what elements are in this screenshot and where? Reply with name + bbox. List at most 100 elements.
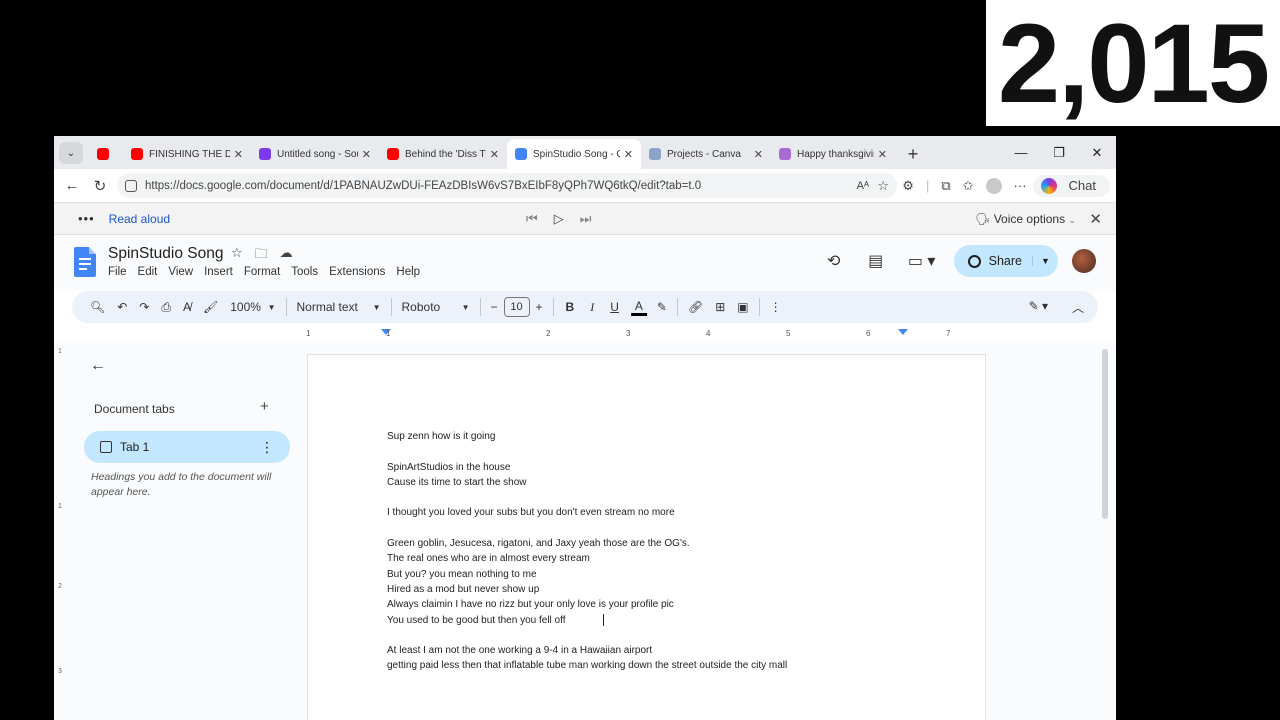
close-read-aloud-icon[interactable]: ✕	[1089, 210, 1102, 228]
menu-file[interactable]: File	[108, 266, 127, 278]
move-folder-icon[interactable]: 🗀	[255, 245, 268, 267]
add-tab-icon[interactable]: +	[260, 398, 269, 415]
document-line[interactable]: Hired as a mod but never show up	[387, 582, 907, 597]
refresh-icon[interactable]: ↻	[86, 177, 114, 195]
italic-icon[interactable]: I	[582, 300, 602, 315]
voice-options-button[interactable]: 🗣 Voice options ⌄	[975, 212, 1076, 226]
read-aloud-label[interactable]: Read aloud	[109, 212, 170, 226]
undo-icon[interactable]: ↶	[111, 300, 133, 314]
meet-icon[interactable]: ▭ ▾	[904, 251, 940, 271]
document-tab-1[interactable]: Tab 1 ⋮	[84, 431, 290, 463]
play-icon[interactable]: ▷	[554, 211, 564, 227]
close-tab-icon[interactable]: ✕	[754, 148, 763, 161]
new-tab-button[interactable]: +	[899, 139, 927, 169]
collapse-menus-icon[interactable]: ︿	[1072, 299, 1084, 316]
document-line[interactable]: getting paid less then that inflatable t…	[387, 658, 907, 673]
insert-image-icon[interactable]: ▣	[731, 300, 754, 314]
extensions-icon[interactable]: ⚙	[902, 178, 914, 194]
document-line[interactable]: SpinArtStudios in the house	[387, 460, 907, 475]
close-tab-icon[interactable]: ✕	[234, 148, 243, 161]
document-line[interactable]: Sup zenn how is it going	[387, 429, 907, 444]
avatar[interactable]	[1072, 249, 1096, 273]
document-line[interactable]: Always claimin I have no rizz but your o…	[387, 597, 907, 612]
document-line[interactable]: I thought you loved your subs but you do…	[387, 505, 907, 520]
close-tab-icon[interactable]: ✕	[624, 148, 633, 161]
document-line[interactable]	[387, 521, 907, 536]
close-tab-icon[interactable]: ✕	[490, 148, 499, 161]
more-options-icon[interactable]: ⋮	[764, 300, 788, 314]
document-line[interactable]: But you? you mean nothing to me	[387, 567, 907, 582]
browser-tab[interactable]: FINISHING THE DISS ✕	[123, 139, 251, 169]
close-window-icon[interactable]: ✕	[1078, 145, 1116, 161]
site-info-icon[interactable]	[125, 179, 137, 192]
menu-extensions[interactable]: Extensions	[329, 266, 385, 278]
horizontal-ruler[interactable]: 1 1 2 3 4 5 6 7	[306, 329, 982, 341]
tab-actions-menu-icon[interactable]: ⌄	[59, 142, 83, 164]
menu-insert[interactable]: Insert	[204, 266, 233, 278]
insert-link-icon[interactable]: 🔗︎	[682, 300, 709, 314]
browser-tab[interactable]: Projects - Canva ✕	[641, 139, 771, 169]
print-icon[interactable]: ⎙	[155, 300, 177, 315]
browser-tab[interactable]: SpinStudio Song - G ✕	[507, 139, 641, 169]
text-color-icon[interactable]: A	[630, 299, 647, 316]
tab-options-icon[interactable]: ⋮	[260, 439, 274, 456]
document-line[interactable]: You used to be good but then you fell of…	[387, 613, 907, 628]
search-menus-icon[interactable]: 🔍︎	[84, 300, 111, 314]
cloud-saved-icon[interactable]: ☁	[280, 245, 293, 267]
underline-icon[interactable]: U	[602, 300, 627, 314]
read-aloud-icon[interactable]: Aᴬ	[857, 180, 869, 192]
style-select[interactable]: Normal text ▼	[291, 300, 387, 314]
read-aloud-menu-icon[interactable]: •••	[78, 211, 95, 226]
document-page[interactable]: Sup zenn how is it going SpinArtStudios i…	[308, 355, 985, 720]
menu-tools[interactable]: Tools	[291, 266, 318, 278]
menu-format[interactable]: Format	[244, 266, 280, 278]
close-tab-icon[interactable]: ✕	[362, 148, 371, 161]
document-line[interactable]	[387, 444, 907, 459]
right-indent-marker[interactable]	[898, 329, 908, 335]
document-line[interactable]: At least I am not the one working a 9-4 …	[387, 643, 907, 658]
url-field[interactable]: https://docs.google.com/document/d/1PABN…	[117, 173, 897, 198]
vertical-scrollbar[interactable]	[1102, 349, 1108, 519]
document-line[interactable]	[387, 490, 907, 505]
browser-tab[interactable]: Untitled song - Sou ✕	[251, 139, 379, 169]
share-button[interactable]: Share ▼	[953, 245, 1058, 277]
spellcheck-icon[interactable]: A̸	[177, 300, 197, 314]
split-screen-icon[interactable]: ⧉	[941, 178, 950, 194]
restore-icon[interactable]: ❐	[1040, 145, 1078, 161]
minimize-icon[interactable]: —	[1002, 145, 1040, 160]
increase-font-size-icon[interactable]: +	[530, 300, 549, 314]
favorites-icon[interactable]: ✩	[963, 178, 974, 194]
menu-view[interactable]: View	[168, 266, 193, 278]
share-dropdown-icon[interactable]: ▼	[1032, 256, 1058, 266]
decrease-font-size-icon[interactable]: −	[485, 300, 504, 314]
zoom-select[interactable]: 100% ▼	[224, 300, 281, 314]
document-line[interactable]: Green goblin, Jesucesa, rigatoni, and Ja…	[387, 536, 907, 551]
menu-help[interactable]: Help	[396, 266, 420, 278]
document-body[interactable]: Sup zenn how is it going SpinArtStudios i…	[387, 429, 907, 674]
add-comment-icon[interactable]: ⊞	[709, 300, 731, 314]
editing-mode-icon[interactable]: ✎ ▾	[1029, 299, 1048, 316]
version-history-icon[interactable]: ⟲	[820, 251, 848, 271]
document-line[interactable]: Cause its time to start the show	[387, 475, 907, 490]
profile-icon[interactable]	[985, 177, 1002, 194]
star-icon[interactable]: ☆	[231, 245, 243, 267]
font-size-input[interactable]: 10	[503, 297, 530, 317]
copilot-chat-button[interactable]: Chat	[1032, 174, 1110, 197]
highlight-icon[interactable]: ✎	[651, 300, 673, 314]
favorite-star-icon[interactable]: ☆	[877, 178, 889, 194]
close-tab-icon[interactable]: ✕	[878, 148, 887, 161]
bold-icon[interactable]: B	[558, 300, 583, 314]
back-icon[interactable]: ←	[58, 177, 86, 194]
previous-icon[interactable]: ⏮	[526, 211, 538, 227]
document-title[interactable]: SpinStudio Song	[108, 245, 223, 263]
document-line[interactable]: The real ones who are in almost every st…	[387, 551, 907, 566]
browser-tab[interactable]: Behind the 'Diss Tra ✕	[379, 139, 507, 169]
browser-tab[interactable]: Happy thanksgiving ✕	[771, 139, 895, 169]
document-line[interactable]	[387, 628, 907, 643]
next-icon[interactable]: ⏭	[580, 211, 592, 227]
docs-logo-icon[interactable]	[74, 247, 96, 277]
font-select[interactable]: Roboto ▼	[396, 300, 476, 314]
comments-icon[interactable]: ▤	[862, 251, 890, 271]
back-arrow-icon[interactable]: ←	[90, 357, 106, 375]
more-icon[interactable]: ···	[1014, 178, 1027, 193]
